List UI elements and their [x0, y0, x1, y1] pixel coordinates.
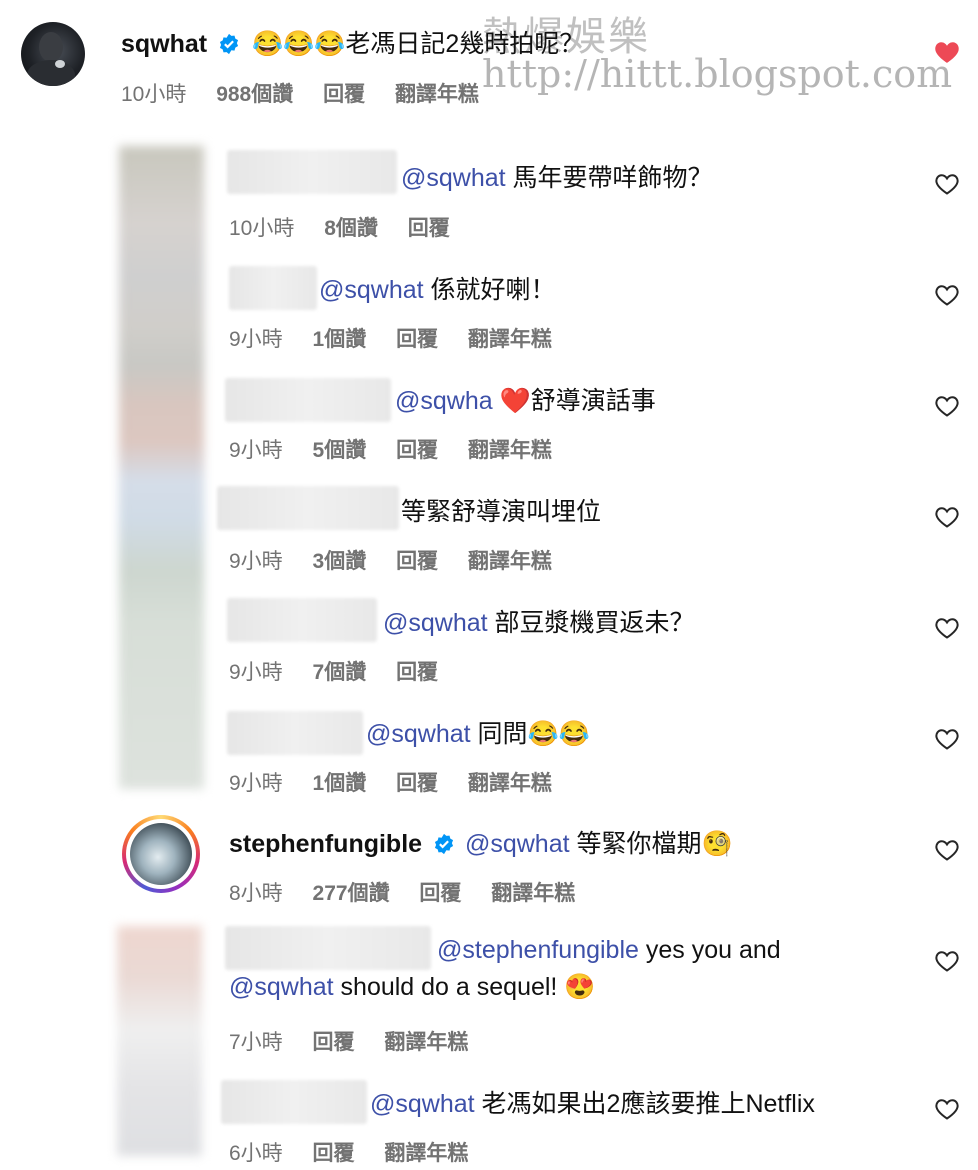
reply-header: stephenfungible @sqwhat 等緊你檔期🧐: [229, 824, 733, 860]
like-heart-icon[interactable]: [935, 173, 959, 195]
mention-link[interactable]: @stephenfungible: [437, 936, 639, 964]
likes-count[interactable]: 5個讚: [313, 439, 367, 462]
mention-link[interactable]: @sqwhat: [366, 720, 471, 748]
reply-text: 等緊舒導演叫埋位: [401, 498, 602, 526]
avatar-stephenfungible[interactable]: [122, 815, 200, 893]
reply-meta: 9小時 5個讚 回覆 翻譯年糕: [229, 434, 576, 464]
like-heart-icon[interactable]: [935, 728, 959, 750]
translate-button[interactable]: 翻譯年糕: [468, 772, 552, 795]
reply-text: @sqwhat 馬年要帶咩飾物？: [401, 164, 713, 192]
mention-link[interactable]: @sqwhat: [370, 1090, 475, 1118]
likes-count[interactable]: 277個讚: [313, 882, 390, 905]
reply-meta: 9小時 1個讚 回覆 翻譯年糕: [229, 323, 576, 353]
comment-time[interactable]: 9小時: [229, 439, 283, 462]
blurred-avatars-group-2: [117, 926, 202, 1156]
translate-button[interactable]: 翻譯年糕: [468, 550, 552, 573]
liked-heart-icon[interactable]: [934, 40, 960, 64]
translate-button[interactable]: 翻譯年糕: [384, 1142, 468, 1165]
comment-time[interactable]: 6小時: [229, 1142, 283, 1165]
reply-button[interactable]: 回覆: [396, 439, 438, 462]
blurred-username: [217, 486, 399, 530]
username-link[interactable]: sqwhat: [121, 30, 207, 58]
comment-time[interactable]: 8小時: [229, 882, 283, 905]
reply-text: @sqwha ❤️舒導演話事: [395, 387, 656, 415]
like-heart-icon[interactable]: [935, 617, 959, 639]
blurred-avatars-group-1: [119, 146, 204, 789]
blurred-username: [225, 378, 391, 422]
mention-link[interactable]: @sqwhat: [383, 609, 488, 637]
blurred-username: [225, 926, 431, 970]
reply-text: @sqwhat 等緊你檔期🧐: [464, 830, 733, 858]
mention-link[interactable]: @sqwhat: [401, 164, 506, 192]
reply-button[interactable]: 回覆: [323, 83, 365, 106]
comment-time[interactable]: 9小時: [229, 772, 283, 795]
verified-badge-icon: [434, 833, 453, 855]
main-comment-text: 😂😂😂老馮日記2幾時拍呢？: [252, 30, 585, 58]
reply-meta: 10小時 8個讚 回覆: [229, 212, 474, 242]
comment-time[interactable]: 9小時: [229, 661, 283, 684]
reply-text: @stephenfungible yes you and: [437, 936, 781, 964]
main-comment-header: sqwhat 😂😂😂老馮日記2幾時拍呢？: [121, 24, 584, 60]
likes-count[interactable]: 3個讚: [313, 550, 367, 573]
reply-text: @sqwhat 老馮如果出2應該要推上Netflix: [370, 1090, 815, 1118]
likes-count[interactable]: 7個讚: [313, 661, 367, 684]
reply-meta: 8小時 277個讚 回覆 翻譯年糕: [229, 877, 599, 907]
blurred-username: [221, 1080, 367, 1124]
likes-count[interactable]: 1個讚: [313, 772, 367, 795]
reply-button[interactable]: 回覆: [408, 217, 450, 240]
mention-link[interactable]: @sqwhat: [229, 973, 334, 1001]
reply-meta: 9小時 1個讚 回覆 翻譯年糕: [229, 767, 576, 797]
reply-meta: 7小時 回覆 翻譯年糕: [229, 1026, 492, 1056]
verified-badge-icon: [219, 33, 238, 55]
reply-text: @sqwhat 係就好喇！: [319, 276, 556, 304]
reply-meta: 9小時 3個讚 回覆 翻譯年糕: [229, 545, 576, 575]
blurred-username: [227, 150, 397, 194]
main-comment-meta: 10小時 988個讚 回覆 翻譯年糕: [121, 78, 503, 108]
translate-button[interactable]: 翻譯年糕: [468, 439, 552, 462]
like-heart-icon[interactable]: [935, 1098, 959, 1120]
likes-count[interactable]: 8個讚: [324, 217, 378, 240]
reply-meta: 6小時 回覆 翻譯年糕: [229, 1137, 492, 1167]
reply-button[interactable]: 回覆: [396, 328, 438, 351]
reply-button[interactable]: 回覆: [313, 1031, 355, 1054]
translate-button[interactable]: 翻譯年糕: [395, 83, 479, 106]
reply-text: @sqwhat 部豆漿機買返未？: [383, 609, 695, 637]
blurred-username: [227, 711, 363, 755]
like-heart-icon[interactable]: [935, 950, 959, 972]
blurred-username: [229, 266, 317, 310]
like-heart-icon[interactable]: [935, 284, 959, 306]
reply-button[interactable]: 回覆: [419, 882, 461, 905]
comment-time[interactable]: 10小時: [229, 217, 294, 240]
blurred-username: [227, 598, 377, 642]
reply-button[interactable]: 回覆: [396, 550, 438, 573]
comment-time[interactable]: 7小時: [229, 1031, 283, 1054]
mention-link[interactable]: @sqwhat: [465, 830, 570, 858]
reply-text: @sqwhat 同問😂😂: [366, 720, 590, 748]
reply-button[interactable]: 回覆: [313, 1142, 355, 1165]
mention-link[interactable]: @sqwhat: [319, 276, 424, 304]
mention-link[interactable]: @sqwha: [395, 387, 493, 415]
translate-button[interactable]: 翻譯年糕: [384, 1031, 468, 1054]
username-link[interactable]: stephenfungible: [229, 830, 422, 858]
reply-button[interactable]: 回覆: [396, 661, 438, 684]
reply-meta: 9小時 7個讚 回覆: [229, 656, 462, 686]
likes-count[interactable]: 1個讚: [313, 328, 367, 351]
like-heart-icon[interactable]: [935, 839, 959, 861]
like-heart-icon[interactable]: [935, 506, 959, 528]
comment-time[interactable]: 9小時: [229, 328, 283, 351]
comment-time[interactable]: 9小時: [229, 550, 283, 573]
translate-button[interactable]: 翻譯年糕: [491, 882, 575, 905]
like-heart-icon[interactable]: [935, 395, 959, 417]
likes-count[interactable]: 988個讚: [216, 83, 293, 106]
avatar-sqwhat[interactable]: [21, 22, 85, 86]
reply-text-line2: @sqwhat should do a sequel! 😍: [229, 973, 596, 1001]
reply-button[interactable]: 回覆: [396, 772, 438, 795]
comment-time[interactable]: 10小時: [121, 83, 186, 106]
translate-button[interactable]: 翻譯年糕: [468, 328, 552, 351]
